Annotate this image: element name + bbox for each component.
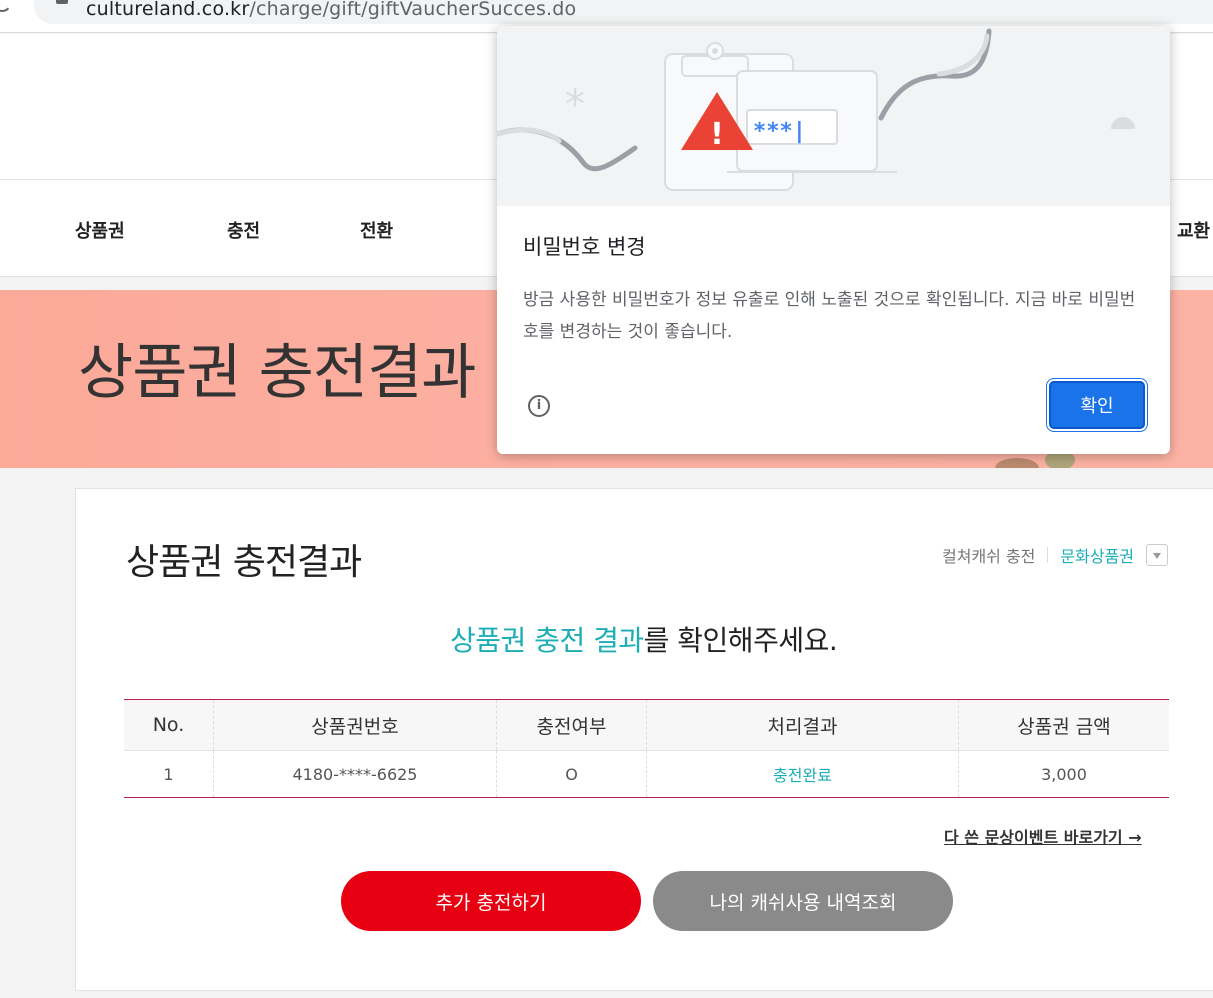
result-card: 상품권 충전결과 컬쳐캐쉬 충전 문화상품권 상품권 충전 결과를 확인해주세요… xyxy=(75,488,1213,991)
table-cell-charged: O xyxy=(497,751,647,797)
table-header: No. xyxy=(124,700,214,750)
message-highlight: 상품권 충전 결과 xyxy=(450,624,644,657)
url-host: cultureland.co.kr xyxy=(86,0,250,20)
nav-item-exchange[interactable]: 교환 xyxy=(1177,217,1210,243)
tab-culture-voucher[interactable]: 문화상품권 xyxy=(1060,543,1134,567)
table-header: 처리결과 xyxy=(647,700,959,750)
cash-history-button[interactable]: 나의 캐쉬사용 내역조회 xyxy=(653,871,953,931)
table-header: 상품권번호 xyxy=(214,700,497,750)
info-icon[interactable]: i xyxy=(528,395,550,417)
table-cell-result: 충전완료 xyxy=(647,751,959,797)
add-charge-button[interactable]: 추가 충전하기 xyxy=(341,871,641,931)
nav-item-convert[interactable]: 전환 xyxy=(360,217,393,243)
lock-icon[interactable] xyxy=(56,0,68,4)
url-path: /charge/gift/giftVaucherSucces.do xyxy=(249,0,577,20)
asterisk-decoration: * xyxy=(565,82,585,128)
tab-culture-cash[interactable]: 컬쳐캐쉬 충전 xyxy=(942,543,1035,567)
confirm-button[interactable]: 확인 xyxy=(1049,381,1145,429)
nav-item-charge[interactable]: 충전 xyxy=(227,217,260,243)
table-cell-voucher-number: 4180-****-6625 xyxy=(214,751,497,797)
url-text[interactable]: cultureland.co.kr/charge/gift/giftVauche… xyxy=(86,0,576,20)
chevron-down-icon[interactable] xyxy=(1146,544,1169,566)
tab-divider xyxy=(1047,547,1049,563)
table-row: 1 4180-****-6625 O 충전완료 3,000 xyxy=(124,751,1169,797)
message-text: 를 확인해주세요. xyxy=(643,624,838,657)
table-header-row: No. 상품권번호 충전여부 처리결과 상품권 금액 xyxy=(124,700,1169,751)
leaked-password-illustration: * ***| ! xyxy=(497,28,1135,191)
dialog-title: 비밀번호 변경 xyxy=(523,235,646,259)
reload-icon[interactable] xyxy=(0,0,12,12)
card-title: 상품권 충전결과 xyxy=(126,542,362,583)
dialog-body: 방금 사용한 비밀번호가 정보 유출로 인해 노출된 것으로 확인됩니다. 지금… xyxy=(523,290,1136,342)
address-bar[interactable]: cultureland.co.kr/charge/gift/giftVauche… xyxy=(34,0,1213,24)
table-header: 충전여부 xyxy=(497,700,647,750)
result-table: No. 상품권번호 충전여부 처리결과 상품권 금액 1 4180-****-6… xyxy=(124,699,1169,798)
voucher-type-tabs: 컬쳐캐쉬 충전 문화상품권 xyxy=(942,543,1169,567)
table-cell-amount: 3,000 xyxy=(1041,764,1087,784)
banner-decoration xyxy=(995,458,1039,468)
password-mask-text: ***| xyxy=(753,119,806,144)
warning-icon: ! xyxy=(710,117,724,152)
event-link[interactable]: 다 쓴 문상이벤트 바로가기 → xyxy=(944,824,1142,848)
password-change-dialog: * ***| ! 비밀번호 변경 방금 사용한 비밀번호가 정보 유출로 인해 … xyxy=(497,26,1170,454)
nav-item-gift-voucher[interactable]: 상품권 xyxy=(75,217,125,243)
banner-title: 상품권 충전결과 xyxy=(78,338,476,408)
table-cell-no: 1 xyxy=(124,751,214,797)
table-header: 상품권 금액 xyxy=(1017,715,1111,738)
dialog-illustration: * ***| ! xyxy=(497,26,1170,206)
